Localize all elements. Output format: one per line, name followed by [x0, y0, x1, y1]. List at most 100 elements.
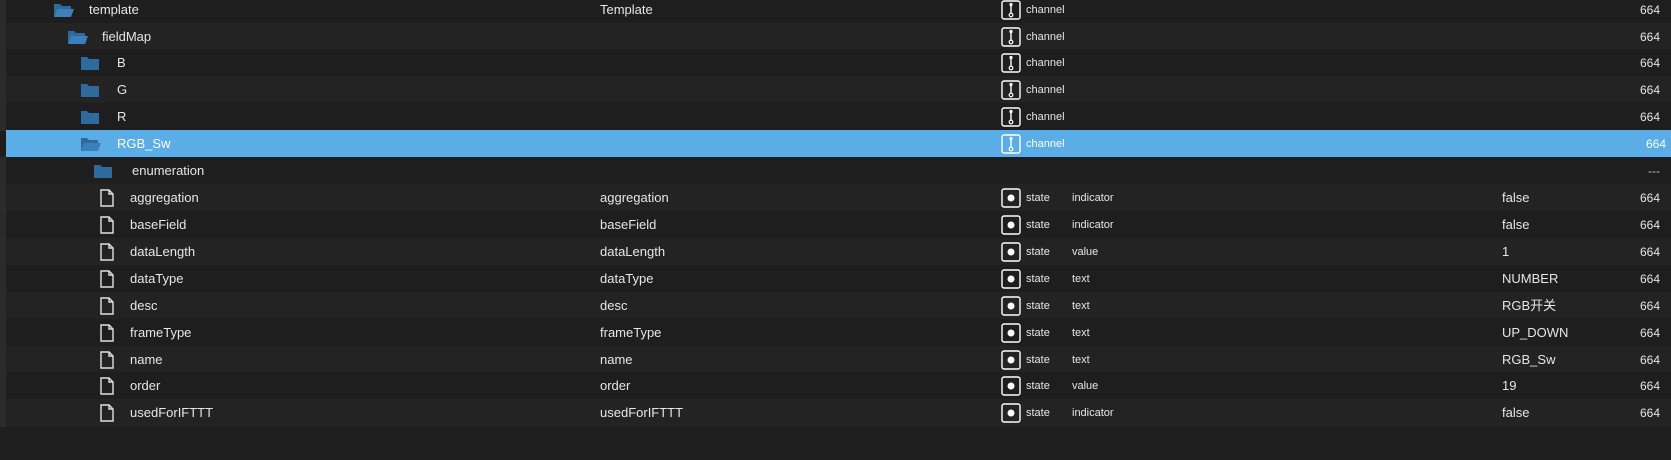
object-acl: 664 [1639, 83, 1660, 97]
object-id: baseField [130, 217, 187, 232]
tree-row-dataLength[interactable]: dataLength dataLength state value 1 664 [0, 238, 1671, 266]
folder-open-icon[interactable] [67, 27, 88, 47]
tree-row-dataType[interactable]: dataType dataType state text NUMBER 664 [0, 265, 1671, 293]
object-role: value [1072, 380, 1099, 392]
tree-row-enumeration[interactable]: enumeration --- [0, 157, 1671, 185]
object-name: order [600, 378, 631, 393]
row-gutter [0, 23, 6, 51]
object-tree: template Template channel 664 fieldMap channe… [0, 0, 1671, 460]
object-value[interactable]: RGB开关 [1502, 292, 1556, 320]
object-id: dataType [130, 271, 184, 286]
object-acl: 664 [1639, 30, 1660, 44]
state-icon [1001, 242, 1021, 262]
object-id: order [130, 378, 161, 393]
object-id: RGB_Sw [117, 136, 171, 151]
tree-row-desc[interactable]: desc desc state text RGB开关 664 [0, 292, 1671, 320]
object-type: state [1026, 192, 1050, 204]
channel-icon [1001, 0, 1021, 20]
object-type: state [1026, 407, 1050, 419]
object-id: template [89, 2, 139, 17]
tree-row-order[interactable]: order order state value 19 664 [0, 372, 1671, 400]
object-acl: 664 [1639, 326, 1660, 340]
file-icon [97, 376, 117, 396]
row-gutter [0, 319, 6, 347]
object-type: channel [1026, 84, 1065, 96]
object-name: dataType [600, 271, 654, 286]
object-value[interactable]: UP_DOWN [1502, 319, 1568, 347]
folder-open-icon[interactable] [80, 134, 101, 154]
folder-icon[interactable] [80, 107, 100, 127]
channel-icon [1001, 27, 1021, 47]
object-value[interactable]: false [1502, 211, 1529, 239]
file-icon [97, 215, 117, 235]
object-id: R [117, 109, 127, 124]
object-name: Template [600, 2, 653, 17]
row-gutter [0, 265, 6, 293]
object-type: state [1026, 300, 1050, 312]
object-value[interactable]: false [1502, 184, 1529, 212]
channel-icon [1001, 107, 1021, 127]
object-name: baseField [600, 217, 657, 232]
object-role: text [1072, 300, 1090, 312]
file-icon [97, 323, 117, 343]
tree-row-fieldMap[interactable]: fieldMap channel 664 [0, 23, 1671, 51]
object-type: state [1026, 380, 1050, 392]
object-name: frameType [600, 325, 662, 340]
object-acl: --- [1648, 164, 1660, 178]
tree-row-RGB_Sw[interactable]: RGB_Sw channel 664 [6, 130, 1671, 158]
row-gutter [0, 346, 6, 374]
object-acl: 664 [1639, 353, 1660, 367]
object-value[interactable]: RGB_Sw [1502, 346, 1555, 374]
row-gutter [0, 399, 6, 427]
row-gutter [0, 292, 6, 320]
state-icon [1001, 269, 1021, 289]
object-acl: 664 [1639, 191, 1660, 205]
file-icon [97, 296, 117, 316]
object-type: channel [1026, 57, 1065, 69]
object-type: channel [1026, 111, 1065, 123]
object-acl: 664 [1639, 299, 1660, 313]
state-icon [1001, 350, 1021, 370]
tree-row-name[interactable]: name name state text RGB_Sw 664 [0, 346, 1671, 374]
object-type: state [1026, 273, 1050, 285]
object-role: indicator [1072, 219, 1114, 231]
object-id: usedForIFTTT [130, 405, 214, 420]
object-name: aggregation [600, 190, 669, 205]
row-gutter [0, 103, 6, 131]
tree-row-frameType[interactable]: frameType frameType state text UP_DOWN 664 [0, 319, 1671, 347]
file-icon [97, 403, 117, 423]
object-acl: 664 [1645, 137, 1666, 151]
row-gutter [0, 184, 6, 212]
object-id: B [117, 55, 126, 70]
file-icon [97, 242, 117, 262]
row-gutter [0, 76, 6, 104]
object-role: value [1072, 246, 1099, 258]
object-acl: 664 [1639, 379, 1660, 393]
object-value[interactable]: false [1502, 399, 1529, 427]
object-value[interactable]: 19 [1502, 372, 1516, 400]
row-gutter [0, 49, 6, 77]
channel-icon [1001, 134, 1021, 154]
channel-icon [1001, 53, 1021, 73]
folder-icon[interactable] [93, 161, 113, 181]
tree-row-aggregation[interactable]: aggregation aggregation state indicator fals… [0, 184, 1671, 212]
tree-row-baseField[interactable]: baseField baseField state indicator false 664 [0, 211, 1671, 239]
object-id: enumeration [132, 163, 205, 178]
object-value[interactable]: 1 [1502, 238, 1509, 266]
object-value[interactable]: NUMBER [1502, 265, 1558, 293]
tree-row-B[interactable]: Bchannel 664 [0, 49, 1671, 77]
folder-open-icon[interactable] [53, 0, 74, 20]
tree-row-usedForIFTTT[interactable]: usedForIFTTT usedForIFTTT state indicator fa… [0, 399, 1671, 427]
object-type: channel [1026, 4, 1065, 16]
row-gutter [0, 372, 6, 400]
folder-icon[interactable] [80, 53, 100, 73]
folder-icon[interactable] [80, 80, 100, 100]
object-name: dataLength [600, 244, 666, 259]
row-gutter [0, 238, 6, 266]
tree-row-template[interactable]: template Template channel 664 [0, 0, 1671, 24]
file-icon [97, 188, 117, 208]
object-id: desc [130, 298, 158, 313]
tree-row-R[interactable]: Rchannel 664 [0, 103, 1671, 131]
tree-row-G[interactable]: Gchannel 664 [0, 76, 1671, 104]
object-acl: 664 [1639, 110, 1660, 124]
